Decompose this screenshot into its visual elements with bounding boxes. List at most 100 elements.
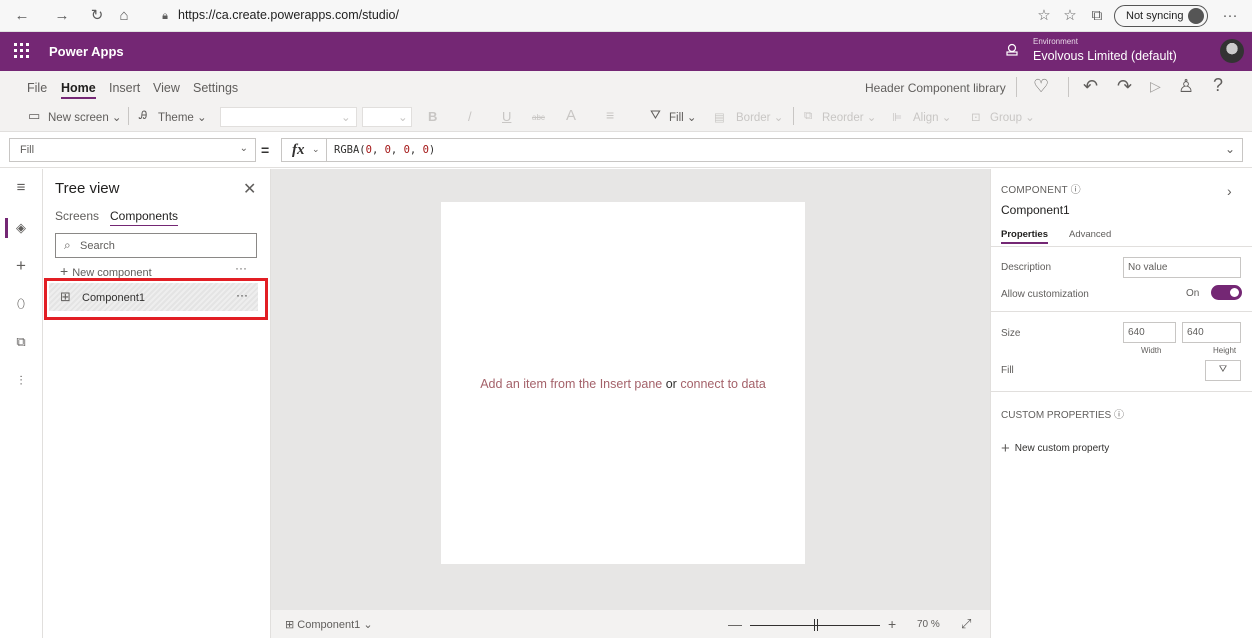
user-avatar[interactable]: [1220, 39, 1244, 63]
undo-icon[interactable]: ↶: [1083, 77, 1098, 95]
theme-icon: Ꭿ: [139, 110, 148, 122]
search-input[interactable]: ⌕ Search: [55, 233, 257, 258]
close-icon[interactable]: ✕: [243, 179, 256, 199]
theme-button[interactable]: Theme ⌄: [158, 110, 207, 124]
home-icon[interactable]: ⌂: [116, 8, 132, 24]
media-icon[interactable]: ⧉: [13, 334, 29, 350]
hamburger-icon[interactable]: ≡: [13, 180, 29, 196]
help-icon[interactable]: ⓘ: [1071, 185, 1081, 196]
address-bar[interactable]: https://ca.create.powerapps.com/studio/: [178, 8, 399, 22]
search-placeholder: Search: [80, 240, 115, 252]
group-button[interactable]: Group ⌄: [990, 110, 1035, 124]
new-custom-property-button[interactable]: + New custom property: [1001, 440, 1109, 457]
size-label: Size: [1001, 328, 1021, 339]
align-button[interactable]: Align ⌄: [913, 110, 951, 124]
reorder-button[interactable]: Reorder ⌄: [822, 110, 876, 124]
app-checker-icon[interactable]: ♡: [1033, 77, 1049, 95]
chevron-right-icon[interactable]: ›: [1227, 183, 1232, 199]
environment-name[interactable]: Evolvous Limited (default): [1033, 49, 1177, 63]
sync-button[interactable]: Not syncing: [1114, 5, 1208, 27]
hint-or: or: [665, 377, 677, 391]
forward-icon[interactable]: →: [54, 8, 70, 24]
menu-settings[interactable]: Settings: [193, 81, 238, 95]
fill-button[interactable]: Fill ⌄: [669, 110, 697, 124]
chevron-down-icon[interactable]: ⌄: [312, 144, 320, 155]
more-icon[interactable]: ···: [1222, 8, 1238, 24]
height-label: Height: [1213, 346, 1237, 355]
lock-icon[interactable]: 🔒︎: [157, 8, 173, 24]
expand-formula-icon[interactable]: ⌄: [1225, 142, 1235, 156]
zoom-out-button[interactable]: —: [728, 616, 742, 632]
preview-icon[interactable]: ▷: [1150, 77, 1161, 95]
help-icon[interactable]: ⓘ: [1114, 410, 1124, 421]
tab-screens[interactable]: Screens: [55, 209, 99, 223]
tree-view-title: Tree view: [55, 180, 120, 197]
theme-label: Theme: [158, 112, 194, 124]
environment-icon[interactable]: [1005, 43, 1019, 57]
help-icon[interactable]: ?: [1213, 76, 1223, 94]
collections-icon[interactable]: ⧉: [1089, 8, 1105, 24]
tab-advanced[interactable]: Advanced: [1069, 229, 1111, 240]
width-input[interactable]: 640: [1123, 322, 1176, 343]
font-color-button[interactable]: A: [566, 107, 576, 124]
menu-view[interactable]: View: [153, 81, 180, 95]
menu-file[interactable]: File: [27, 81, 47, 95]
property-dropdown[interactable]: Fill ⌄: [9, 138, 256, 162]
waffle-icon[interactable]: [14, 43, 29, 58]
tab-properties[interactable]: Properties: [1001, 229, 1048, 244]
zoom-slider-thumb[interactable]: [814, 619, 818, 631]
formula-input[interactable]: fx ⌄ RGBA(0, 0, 0, 0): [281, 138, 1243, 162]
new-component-button[interactable]: + New component: [60, 263, 152, 279]
plus-icon: +: [1001, 440, 1010, 457]
redo-icon[interactable]: ↷: [1117, 77, 1132, 95]
text-align-button[interactable]: ≡: [606, 107, 614, 123]
tab-components[interactable]: Components: [110, 209, 179, 226]
new-screen-button[interactable]: New screen ⌄: [48, 110, 122, 124]
italic-button[interactable]: /: [468, 109, 472, 124]
insert-icon[interactable]: +: [13, 257, 29, 274]
more-options-icon[interactable]: ···: [235, 261, 247, 275]
favorites-icon[interactable]: ☆: [1062, 8, 1078, 24]
formula-text[interactable]: RGBA(0, 0, 0, 0): [334, 144, 435, 156]
new-screen-label: New screen: [48, 112, 109, 124]
left-rail: ≡ ◈ + ⬯ ⧉ ⫶: [0, 169, 43, 638]
fill-color-picker[interactable]: ⛛: [1205, 360, 1241, 381]
favorite-add-icon[interactable]: ☆: [1036, 8, 1052, 24]
property-value: Fill: [20, 144, 35, 156]
allow-customization-toggle[interactable]: [1211, 285, 1242, 300]
menu-insert[interactable]: Insert: [109, 81, 140, 95]
tree-view-icon[interactable]: ◈: [13, 220, 29, 236]
height-input[interactable]: 640: [1182, 322, 1241, 343]
fit-to-window-icon[interactable]: ⤢: [961, 616, 971, 632]
share-icon[interactable]: ♙: [1178, 77, 1194, 95]
menu-home[interactable]: Home: [61, 81, 96, 99]
underline-button[interactable]: U: [502, 109, 511, 124]
menu-bar: File Home Insert View Settings Header Co…: [0, 71, 1252, 101]
status-bar: ⊞ Component1 ⌄ — + 70 % ⤢: [271, 610, 990, 638]
custom-properties-label: CUSTOM PROPERTIES ⓘ: [1001, 410, 1124, 421]
strikethrough-button[interactable]: abc: [532, 113, 545, 122]
component-selector-label: Component1: [297, 619, 361, 631]
refresh-icon[interactable]: ↻: [89, 8, 105, 24]
browser-toolbar: ← → ↻ ⌂ 🔒︎ https://ca.create.powerapps.c…: [0, 0, 1252, 32]
divider: [793, 107, 794, 125]
component-canvas[interactable]: Add an item from the Insert pane or conn…: [441, 202, 805, 564]
zoom-in-button[interactable]: +: [888, 616, 896, 632]
app-name[interactable]: Power Apps: [49, 44, 124, 59]
font-dropdown[interactable]: [220, 107, 357, 127]
connect-to-data-link[interactable]: connect to data: [680, 377, 765, 391]
component-selector[interactable]: ⊞ Component1 ⌄: [285, 618, 373, 631]
data-icon[interactable]: ⬯: [13, 296, 29, 312]
fill-label: Fill: [669, 112, 684, 124]
fx-icon[interactable]: fx: [292, 142, 305, 159]
description-field[interactable]: No value: [1123, 257, 1241, 278]
border-button[interactable]: Border ⌄: [736, 110, 783, 124]
profile-avatar: [1188, 8, 1204, 24]
panel-kind: COMPONENT ⓘ: [1001, 185, 1081, 196]
bold-button[interactable]: B: [428, 109, 437, 124]
app-title[interactable]: Header Component library: [865, 81, 1006, 95]
zoom-value: 70 %: [917, 619, 940, 630]
back-icon[interactable]: ←: [14, 8, 30, 24]
align-label: Align: [913, 112, 939, 124]
advanced-tools-icon[interactable]: ⫶: [13, 373, 29, 389]
